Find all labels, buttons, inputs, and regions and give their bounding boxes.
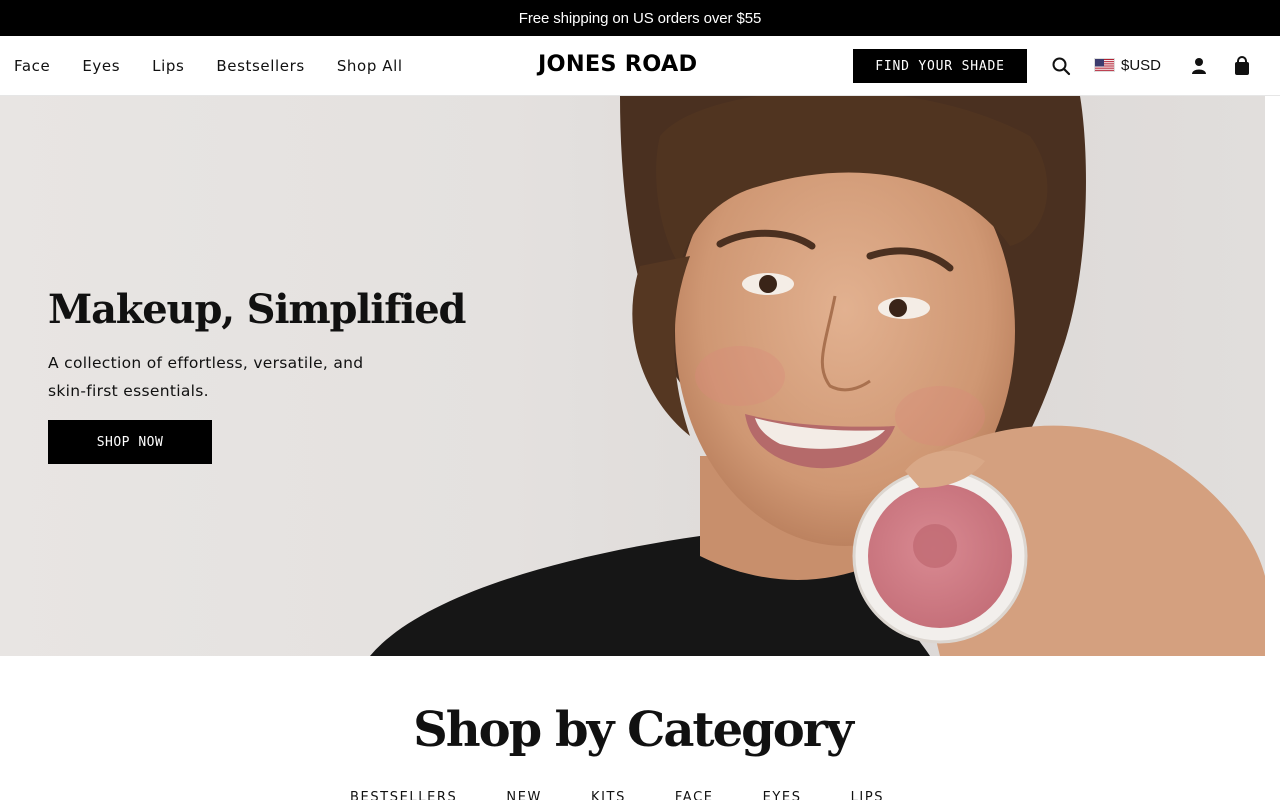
currency-selector[interactable]: $USD bbox=[1094, 52, 1161, 78]
nav-item-face[interactable]: Face bbox=[14, 57, 50, 75]
brand-logo[interactable]: JONES ROAD bbox=[538, 52, 734, 80]
search-icon[interactable] bbox=[1049, 54, 1073, 78]
page-scrollbar[interactable] bbox=[1265, 96, 1280, 800]
main-nav: Face Eyes Lips Bestsellers Shop All bbox=[14, 36, 435, 95]
hero-title: Makeup, Simplified bbox=[48, 286, 466, 333]
nav-item-eyes[interactable]: Eyes bbox=[82, 57, 120, 75]
hero-subtitle: A collection of effortless, versatile, a… bbox=[48, 354, 364, 400]
nav-item-bestsellers[interactable]: Bestsellers bbox=[216, 57, 304, 75]
tab-kits[interactable]: KITS bbox=[591, 790, 626, 800]
announcement-text: Free shipping on US orders over $55 bbox=[518, 9, 762, 27]
currency-label: $USD bbox=[1121, 56, 1162, 74]
nav-item-shop-all[interactable]: Shop All bbox=[337, 57, 403, 75]
tab-eyes[interactable]: EYES bbox=[763, 790, 802, 800]
tab-face[interactable]: FACE bbox=[675, 790, 714, 800]
cart-icon[interactable] bbox=[1230, 54, 1254, 78]
tab-bestsellers[interactable]: BESTSELLERS bbox=[350, 790, 457, 800]
hero-banner: Makeup, Simplified A collection of effor… bbox=[0, 96, 1265, 656]
us-flag-icon bbox=[1094, 58, 1115, 72]
announcement-bar: Free shipping on US orders over $55 bbox=[0, 0, 1280, 36]
account-icon[interactable] bbox=[1187, 54, 1211, 78]
category-tabs: BESTSELLERS NEW KITS FACE EYES LIPS bbox=[350, 790, 884, 800]
tab-lips[interactable]: LIPS bbox=[851, 790, 885, 800]
shop-by-category-title: Shop by Category bbox=[413, 702, 854, 758]
tab-new[interactable]: NEW bbox=[506, 790, 542, 800]
site-header: Face Eyes Lips Bestsellers Shop All JONE… bbox=[0, 36, 1280, 96]
find-your-shade-button[interactable]: FIND YOUR SHADE bbox=[853, 49, 1027, 83]
shop-now-button[interactable]: SHOP NOW bbox=[48, 420, 212, 464]
nav-item-lips[interactable]: Lips bbox=[152, 57, 184, 75]
